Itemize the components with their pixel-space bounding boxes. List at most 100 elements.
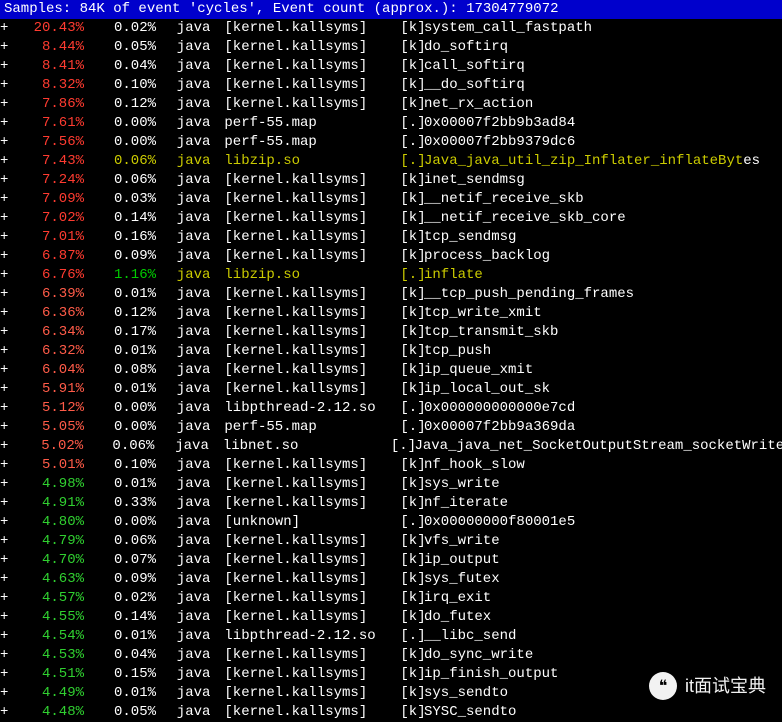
expand-icon[interactable]: + — [0, 171, 16, 190]
perf-row[interactable]: + 4.57% 0.02% java [kernel.kallsyms] [k]… — [0, 589, 782, 608]
perf-row[interactable]: + 7.61% 0.00% java perf-55.map [.] 0x000… — [0, 114, 782, 133]
expand-icon[interactable]: + — [0, 209, 16, 228]
perf-row[interactable]: + 5.05% 0.00% java perf-55.map [.] 0x000… — [0, 418, 782, 437]
perf-row[interactable]: + 4.80% 0.00% java [unknown] [.] 0x00000… — [0, 513, 782, 532]
children-percent: 0.12% — [88, 304, 160, 323]
expand-icon[interactable]: + — [0, 684, 16, 703]
expand-icon[interactable]: + — [0, 627, 16, 646]
perf-row[interactable]: + 7.43% 0.06% java libzip.so [.] Java_ja… — [0, 152, 782, 171]
perf-row[interactable]: + 5.01% 0.10% java [kernel.kallsyms] [k]… — [0, 456, 782, 475]
command-name: java — [160, 380, 216, 399]
perf-row[interactable]: + 4.53% 0.04% java [kernel.kallsyms] [k]… — [0, 646, 782, 665]
expand-icon[interactable]: + — [0, 38, 16, 57]
module-name: [kernel.kallsyms] — [216, 703, 392, 722]
perf-row[interactable]: + 4.48% 0.05% java [kernel.kallsyms] [k]… — [0, 703, 782, 722]
perf-row[interactable]: + 4.70% 0.07% java [kernel.kallsyms] [k]… — [0, 551, 782, 570]
command-name: java — [160, 95, 216, 114]
expand-icon[interactable]: + — [0, 133, 16, 152]
perf-row[interactable]: + 6.36% 0.12% java [kernel.kallsyms] [k]… — [0, 304, 782, 323]
perf-row[interactable]: + 20.43% 0.02% java [kernel.kallsyms] [k… — [0, 19, 782, 38]
perf-row[interactable]: + 4.98% 0.01% java [kernel.kallsyms] [k]… — [0, 475, 782, 494]
perf-row[interactable]: + 6.87% 0.09% java [kernel.kallsyms] [k]… — [0, 247, 782, 266]
perf-row[interactable]: + 5.12% 0.00% java libpthread-2.12.so [.… — [0, 399, 782, 418]
module-name: [kernel.kallsyms] — [216, 171, 392, 190]
perf-row[interactable]: + 4.51% 0.15% java [kernel.kallsyms] [k]… — [0, 665, 782, 684]
expand-icon[interactable]: + — [0, 304, 16, 323]
perf-row[interactable]: + 8.41% 0.04% java [kernel.kallsyms] [k]… — [0, 57, 782, 76]
symbol-name: nf_hook_slow — [424, 456, 782, 475]
location-type: [.] — [392, 513, 424, 532]
self-percent: 4.63% — [16, 570, 88, 589]
expand-icon[interactable]: + — [0, 475, 16, 494]
expand-icon[interactable]: + — [0, 646, 16, 665]
location-type: [k] — [392, 228, 424, 247]
perf-row[interactable]: + 4.49% 0.01% java [kernel.kallsyms] [k]… — [0, 684, 782, 703]
perf-row[interactable]: + 7.86% 0.12% java [kernel.kallsyms] [k]… — [0, 95, 782, 114]
perf-row[interactable]: + 4.54% 0.01% java libpthread-2.12.so [.… — [0, 627, 782, 646]
expand-icon[interactable]: + — [0, 399, 16, 418]
perf-row[interactable]: + 8.32% 0.10% java [kernel.kallsyms] [k]… — [0, 76, 782, 95]
perf-row[interactable]: + 6.32% 0.01% java [kernel.kallsyms] [k]… — [0, 342, 782, 361]
expand-icon[interactable]: + — [0, 323, 16, 342]
expand-icon[interactable]: + — [0, 95, 16, 114]
expand-icon[interactable]: + — [0, 551, 16, 570]
expand-icon[interactable]: + — [0, 228, 16, 247]
self-percent: 6.39% — [16, 285, 88, 304]
perf-row[interactable]: + 6.04% 0.08% java [kernel.kallsyms] [k]… — [0, 361, 782, 380]
perf-row[interactable]: + 8.44% 0.05% java [kernel.kallsyms] [k]… — [0, 38, 782, 57]
self-percent: 7.61% — [16, 114, 88, 133]
expand-icon[interactable]: + — [0, 513, 16, 532]
expand-icon[interactable]: + — [0, 361, 16, 380]
perf-row[interactable]: + 4.79% 0.06% java [kernel.kallsyms] [k]… — [0, 532, 782, 551]
perf-row[interactable]: + 5.02% 0.06% java libnet.so [.] Java_ja… — [0, 437, 782, 456]
expand-icon[interactable]: + — [0, 665, 16, 684]
expand-icon[interactable]: + — [0, 456, 16, 475]
expand-icon[interactable]: + — [0, 342, 16, 361]
expand-icon[interactable]: + — [0, 380, 16, 399]
children-percent: 0.15% — [88, 665, 160, 684]
perf-row[interactable]: + 7.56% 0.00% java perf-55.map [.] 0x000… — [0, 133, 782, 152]
perf-row[interactable]: + 4.63% 0.09% java [kernel.kallsyms] [k]… — [0, 570, 782, 589]
perf-row[interactable]: + 6.34% 0.17% java [kernel.kallsyms] [k]… — [0, 323, 782, 342]
expand-icon[interactable]: + — [0, 418, 16, 437]
expand-icon[interactable]: + — [0, 608, 16, 627]
perf-row[interactable]: + 6.76% 1.16% java libzip.so [.] inflate — [0, 266, 782, 285]
perf-row[interactable]: + 6.39% 0.01% java [kernel.kallsyms] [k]… — [0, 285, 782, 304]
expand-icon[interactable]: + — [0, 266, 16, 285]
perf-row[interactable]: + 7.09% 0.03% java [kernel.kallsyms] [k]… — [0, 190, 782, 209]
command-name: java — [160, 570, 216, 589]
location-type: [k] — [392, 551, 424, 570]
expand-icon[interactable]: + — [0, 190, 16, 209]
perf-row[interactable]: + 4.91% 0.33% java [kernel.kallsyms] [k]… — [0, 494, 782, 513]
location-type: [k] — [392, 475, 424, 494]
expand-icon[interactable]: + — [0, 114, 16, 133]
expand-icon[interactable]: + — [0, 494, 16, 513]
expand-icon[interactable]: + — [0, 19, 16, 38]
perf-row[interactable]: + 7.01% 0.16% java [kernel.kallsyms] [k]… — [0, 228, 782, 247]
perf-rows[interactable]: + 20.43% 0.02% java [kernel.kallsyms] [k… — [0, 19, 782, 722]
expand-icon[interactable]: + — [0, 76, 16, 95]
perf-row[interactable]: + 7.02% 0.14% java [kernel.kallsyms] [k]… — [0, 209, 782, 228]
children-percent: 1.16% — [88, 266, 160, 285]
expand-icon[interactable]: + — [0, 532, 16, 551]
expand-icon[interactable]: + — [0, 285, 16, 304]
symbol-name: sys_sendto — [424, 684, 782, 703]
children-percent: 0.16% — [88, 228, 160, 247]
expand-icon[interactable]: + — [0, 247, 16, 266]
expand-icon[interactable]: + — [0, 589, 16, 608]
command-name: java — [160, 703, 216, 722]
module-name: perf-55.map — [216, 114, 392, 133]
expand-icon[interactable]: + — [0, 570, 16, 589]
command-name: java — [160, 342, 216, 361]
perf-row[interactable]: + 4.55% 0.14% java [kernel.kallsyms] [k]… — [0, 608, 782, 627]
expand-icon[interactable]: + — [0, 437, 16, 456]
location-type: [k] — [392, 171, 424, 190]
location-type: [k] — [392, 38, 424, 57]
expand-icon[interactable]: + — [0, 703, 16, 722]
perf-row[interactable]: + 5.91% 0.01% java [kernel.kallsyms] [k]… — [0, 380, 782, 399]
expand-icon[interactable]: + — [0, 152, 16, 171]
perf-row[interactable]: + 7.24% 0.06% java [kernel.kallsyms] [k]… — [0, 171, 782, 190]
expand-icon[interactable]: + — [0, 57, 16, 76]
children-percent: 0.00% — [88, 418, 160, 437]
command-name: java — [158, 437, 214, 456]
